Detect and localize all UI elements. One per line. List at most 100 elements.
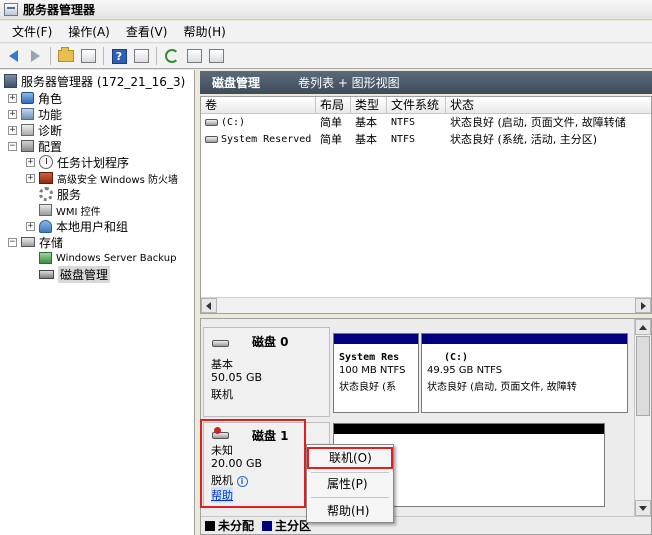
backup-icon (39, 252, 52, 264)
fs-cell: NTFS (391, 117, 416, 128)
column-header-filesystem[interactable]: 文件系统 (387, 97, 446, 114)
toolbar: ? (0, 44, 652, 69)
volume-name: System Reserved (221, 134, 312, 145)
column-header-type[interactable]: 类型 (351, 97, 387, 114)
tree-item-root[interactable]: 服务器管理器 (172_21_16_3) (4, 73, 185, 89)
clock-icon (39, 155, 53, 169)
menu-item-help[interactable]: 帮助(H) (307, 500, 393, 522)
up-folder-button[interactable] (56, 46, 76, 66)
firewall-icon (39, 172, 53, 184)
disk-1-highlight (200, 419, 306, 508)
table-row[interactable]: System Reserved 简单 基本 NTFS 状态良好 (系统, 活动,… (201, 131, 651, 148)
type-cell: 基本 (355, 116, 377, 129)
menu-item-properties[interactable]: 属性(P) (307, 473, 393, 495)
tree-item-features[interactable]: + 功能 (8, 106, 62, 122)
roles-icon (21, 92, 34, 104)
expand-icon[interactable]: + (26, 157, 35, 167)
disk-size: 50.05 GB (211, 371, 263, 384)
scroll-down-button[interactable] (635, 500, 651, 516)
table-row[interactable]: (C:) 简单 基本 NTFS 状态良好 (启动, 页面文件, 故障转储 (201, 114, 651, 131)
status-cell: 状态良好 (系统, 活动, 主分区) (450, 133, 598, 146)
expand-icon[interactable]: + (8, 109, 17, 119)
menu-action[interactable]: 操作(A) (60, 23, 118, 40)
drive-icon (205, 135, 218, 143)
tree-item-task-scheduler[interactable]: + 任务计划程序 (26, 154, 129, 170)
tree-item-services[interactable]: 服务 (26, 186, 81, 202)
disk-0-label[interactable]: 磁盘 0 基本 50.05 GB 联机 (203, 327, 330, 417)
expand-icon[interactable]: + (26, 173, 35, 183)
scroll-up-button[interactable] (635, 319, 651, 335)
disk-icon (39, 269, 54, 279)
expand-icon[interactable]: + (26, 221, 35, 231)
tree-item-firewall[interactable]: + 高级安全 Windows 防火墙 (26, 170, 178, 186)
view-mode: 卷列表 + 图形视图 (298, 76, 400, 90)
partition-c-drive[interactable]: (C:) 49.95 GB NTFS 状态良好 (启动, 页面文件, 故障转 (421, 333, 628, 413)
toolbar-separator (103, 47, 104, 65)
toolbar-separator (156, 47, 157, 65)
vertical-scrollbar[interactable] (634, 319, 651, 517)
scroll-left-button[interactable] (201, 298, 217, 313)
disk-icon (212, 340, 229, 347)
partition-status: 状态良好 (系 (339, 382, 397, 393)
tree-label: 角色 (38, 91, 63, 106)
refresh-icon (165, 49, 179, 63)
tree-item-local-users[interactable]: + 本地用户和组 (26, 218, 128, 234)
tree-label: WMI 控件 (56, 206, 101, 218)
partition-system-reserved[interactable]: System Res 100 MB NTFS 状态良好 (系 (333, 333, 419, 413)
horizontal-scrollbar[interactable] (201, 297, 651, 313)
tree-item-disk-management[interactable]: 磁盘管理 (26, 265, 111, 283)
back-button[interactable] (3, 46, 23, 66)
arrow-left-icon (206, 302, 211, 310)
legend: 未分配 主分区 (201, 516, 651, 534)
menu-bar: 文件(F) 操作(A) 查看(V) 帮助(H) (0, 21, 652, 43)
properties-icon (186, 49, 202, 63)
console-tree: 服务器管理器 (172_21_16_3) + 角色 + 功能 + 诊断 − 配置… (0, 70, 195, 535)
expand-icon[interactable]: + (8, 125, 17, 135)
menu-view[interactable]: 查看(V) (118, 23, 176, 40)
disk-settings-button[interactable] (206, 46, 226, 66)
tree-label: Windows Server Backup (56, 252, 177, 264)
tree-item-backup[interactable]: Windows Server Backup (26, 250, 176, 266)
tree-item-roles[interactable]: + 角色 (8, 90, 62, 106)
expand-icon[interactable]: + (8, 93, 17, 103)
tree-item-configuration[interactable]: − 配置 (8, 138, 62, 154)
configuration-icon (21, 140, 34, 152)
arrow-down-icon (639, 506, 647, 511)
tree-item-wmi[interactable]: WMI 控件 (26, 202, 101, 218)
scroll-thumb[interactable] (636, 336, 650, 416)
refresh-button[interactable] (162, 46, 182, 66)
disk-state: 联机 (211, 388, 233, 401)
menu-file[interactable]: 文件(F) (4, 23, 60, 40)
pane-header: 磁盘管理 卷列表 + 图形视图 (200, 71, 652, 94)
menu-help[interactable]: 帮助(H) (175, 23, 233, 40)
column-header-layout[interactable]: 布局 (316, 97, 351, 114)
status-cell: 状态良好 (启动, 页面文件, 故障转储 (450, 116, 626, 129)
tree-item-diagnostics[interactable]: + 诊断 (8, 122, 62, 138)
wmi-icon (39, 204, 52, 216)
tree-item-storage[interactable]: − 存储 (8, 234, 63, 250)
menu-item-online[interactable]: 联机(O) (307, 447, 393, 469)
tree-label: 本地用户和组 (56, 219, 129, 234)
primary-partition-swatch (262, 520, 273, 531)
collapse-icon[interactable]: − (8, 237, 17, 247)
folder-up-icon (58, 47, 74, 62)
properties-button[interactable] (184, 46, 204, 66)
partition-status: 状态良好 (启动, 页面文件, 故障转 (427, 382, 577, 393)
action-pane-icon (133, 49, 149, 63)
type-cell: 基本 (355, 133, 377, 146)
forward-button[interactable] (25, 46, 45, 66)
show-hide-tree-button[interactable] (78, 46, 98, 66)
column-header-status[interactable]: 状态 (446, 97, 651, 114)
tree-label: 高级安全 Windows 防火墙 (57, 174, 178, 186)
help-button[interactable]: ? (109, 46, 129, 66)
forward-arrow-icon (30, 50, 40, 62)
scroll-right-button[interactable] (635, 298, 651, 313)
collapse-icon[interactable]: − (8, 141, 17, 151)
unallocated-bar (334, 424, 604, 434)
layout-cell: 简单 (320, 133, 342, 146)
tree-label: 存储 (39, 235, 64, 250)
toolbar-separator (50, 47, 51, 65)
show-action-pane-button[interactable] (131, 46, 151, 66)
partition-name: System Res (339, 352, 400, 363)
column-header-volume[interactable]: 卷 (201, 97, 316, 114)
